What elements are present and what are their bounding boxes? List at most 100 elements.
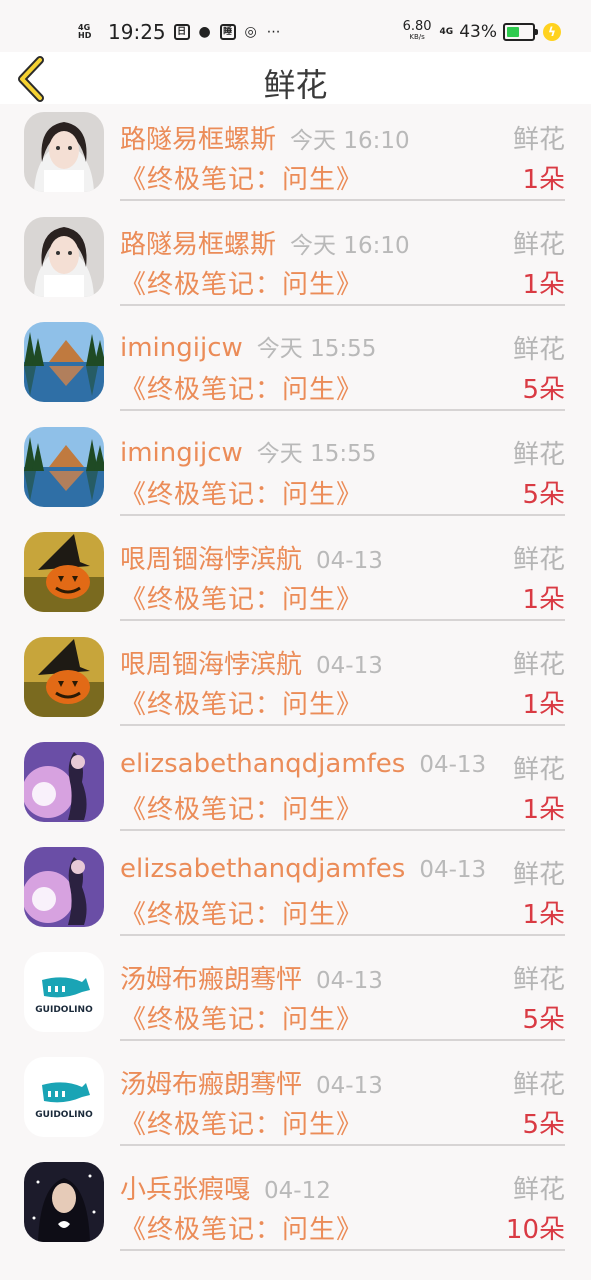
timestamp: 04-13 [316, 968, 383, 994]
avatar-anime[interactable] [24, 847, 104, 927]
timestamp: 今天 16:10 [290, 128, 410, 154]
avatar-dark-girl[interactable] [24, 1162, 104, 1242]
divider [120, 304, 565, 306]
flower-count: 5朵 [522, 480, 565, 510]
user-name: 汤姆布瘢朗骞怦 04-13 [120, 1070, 383, 1100]
avatar-logo[interactable]: GUIDOLINO [24, 952, 104, 1032]
svg-text:GUIDOLINO: GUIDOLINO [35, 1005, 93, 1015]
divider [120, 619, 565, 621]
list-item[interactable]: elizsabethanqdjamfes 04-13 鲜花 《终极笔记：问生》 1… [0, 839, 591, 944]
timestamp: 04-13 [316, 1073, 383, 1099]
list-item[interactable]: 路隧易框螺斯 今天 16:10 鲜花 《终极笔记：问生》 1朵 [0, 104, 591, 209]
book-title: 《终极笔记：问生》 [120, 585, 364, 615]
avatar-pumpkin[interactable] [24, 637, 104, 717]
gift-type-label: 鲜花 [512, 1175, 565, 1205]
book-title: 《终极笔记：问生》 [120, 480, 364, 510]
book-title: 《终极笔记：问生》 [120, 375, 364, 405]
flower-count: 10朵 [505, 1215, 565, 1245]
flower-count: 5朵 [522, 1110, 565, 1140]
avatar-pumpkin[interactable] [24, 532, 104, 612]
more-dots-icon: ⋯ [266, 24, 281, 40]
book-title: 《终极笔记：问生》 [120, 795, 364, 825]
user-name: imingijcw 今天 15:55 [120, 333, 377, 363]
user-name: elizsabethanqdjamfes 04-13 [120, 854, 487, 884]
list-item[interactable]: 路隧易框螺斯 今天 16:10 鲜花 《终极笔记：问生》 1朵 [0, 209, 591, 314]
list-item[interactable]: GUIDOLINO 汤姆布瘢朗骞怦 04-13 鲜花 《终极笔记：问生》 5朵 [0, 1049, 591, 1154]
gift-type-label: 鲜花 [512, 965, 565, 995]
book-title: 《终极笔记：问生》 [120, 165, 364, 195]
avatar-landscape[interactable] [24, 322, 104, 402]
list-item[interactable]: imingijcw 今天 15:55 鲜花 《终极笔记：问生》 5朵 [0, 419, 591, 524]
user-name: 小兵张瘕嘎 04-12 [120, 1175, 331, 1205]
nav-bar: 鲜花 [0, 52, 591, 104]
charging-bolt-icon: ϟ [543, 23, 561, 41]
status-right: 6.80 KB/s 4G 43% ϟ [403, 14, 561, 50]
avatar-photo-girl[interactable] [24, 112, 104, 192]
timestamp: 04-13 [316, 653, 383, 679]
user-name: 哏周锢海悖滨航 04-13 [120, 545, 383, 575]
book-title: 《终极笔记：问生》 [120, 1005, 364, 1035]
clock: 19:25 [108, 20, 166, 44]
flower-count: 5朵 [522, 375, 565, 405]
status-left: 4G HD 19:25 日 ● 睡 ◎ ⋯ [78, 14, 289, 50]
divider [120, 934, 565, 936]
user-name: 哏周锢海悖滨航 04-13 [120, 650, 383, 680]
avatar-landscape[interactable] [24, 427, 104, 507]
gift-type-label: 鲜花 [512, 545, 565, 575]
gift-type-label: 鲜花 [512, 125, 565, 155]
gift-type-label: 鲜花 [512, 650, 565, 680]
user-name: elizsabethanqdjamfes 04-13 [120, 749, 487, 779]
divider [120, 1144, 565, 1146]
timestamp: 04-13 [316, 548, 383, 574]
signal-indicator: 4G [439, 26, 454, 37]
list-item[interactable]: imingijcw 今天 15:55 鲜花 《终极笔记：问生》 5朵 [0, 314, 591, 419]
chat-bubble-icon: ● [198, 24, 211, 40]
svg-text:GUIDOLINO: GUIDOLINO [35, 1110, 93, 1120]
book-title: 《终极笔记：问生》 [120, 1215, 364, 1245]
divider [120, 829, 565, 831]
battery-percent: 43% [459, 22, 497, 42]
user-name: 路隧易框螺斯 今天 16:10 [120, 230, 410, 260]
flower-count: 1朵 [522, 690, 565, 720]
divider [120, 1249, 565, 1251]
flower-count: 1朵 [522, 270, 565, 300]
timestamp: 04-13 [419, 857, 487, 883]
flower-list: 路隧易框螺斯 今天 16:10 鲜花 《终极笔记：问生》 1朵 路隧易框螺斯 今天 … [0, 104, 591, 1259]
timestamp: 今天 15:55 [256, 441, 377, 467]
gift-type-label: 鲜花 [512, 230, 565, 260]
divider [120, 409, 565, 411]
list-item[interactable]: GUIDOLINO 汤姆布瘢朗骞怦 04-13 鲜花 《终极笔记：问生》 5朵 [0, 944, 591, 1049]
sync-icon: ◎ [244, 24, 257, 40]
notification-app2-icon: 睡 [219, 24, 236, 40]
book-title: 《终极笔记：问生》 [120, 900, 364, 930]
user-name: 汤姆布瘢朗骞怦 04-13 [120, 965, 383, 995]
list-item[interactable]: 哏周锢海悖滨航 04-13 鲜花 《终极笔记：问生》 1朵 [0, 524, 591, 629]
timestamp: 今天 16:10 [290, 233, 410, 259]
list-item[interactable]: elizsabethanqdjamfes 04-13 鲜花 《终极笔记：问生》 1… [0, 734, 591, 839]
divider [120, 514, 565, 516]
timestamp: 04-12 [264, 1178, 331, 1204]
avatar-anime[interactable] [24, 742, 104, 822]
flower-count: 1朵 [522, 795, 565, 825]
status-bar: 4G HD 19:25 日 ● 睡 ◎ ⋯ 6.80 KB/s 4G 43% ϟ [0, 0, 591, 52]
list-item[interactable]: 小兵张瘕嘎 04-12 鲜花 《终极笔记：问生》 10朵 [0, 1154, 591, 1259]
book-title: 《终极笔记：问生》 [120, 690, 364, 720]
flower-count: 1朵 [522, 165, 565, 195]
divider [120, 724, 565, 726]
avatar-photo-girl[interactable] [24, 217, 104, 297]
notification-app-icon: 日 [173, 24, 190, 40]
gift-type-label: 鲜花 [512, 860, 565, 890]
timestamp: 04-13 [419, 752, 487, 778]
list-item[interactable]: 哏周锢海悖滨航 04-13 鲜花 《终极笔记：问生》 1朵 [0, 629, 591, 734]
user-name: 路隧易框螺斯 今天 16:10 [120, 125, 410, 155]
avatar-logo[interactable]: GUIDOLINO [24, 1057, 104, 1137]
divider [120, 1039, 565, 1041]
gift-type-label: 鲜花 [512, 335, 565, 365]
gift-type-label: 鲜花 [512, 755, 565, 785]
book-title: 《终极笔记：问生》 [120, 270, 364, 300]
gift-type-label: 鲜花 [512, 440, 565, 470]
flower-count: 1朵 [522, 900, 565, 930]
divider [120, 199, 565, 201]
gift-type-label: 鲜花 [512, 1070, 565, 1100]
network-indicator: 4G HD [78, 23, 92, 40]
